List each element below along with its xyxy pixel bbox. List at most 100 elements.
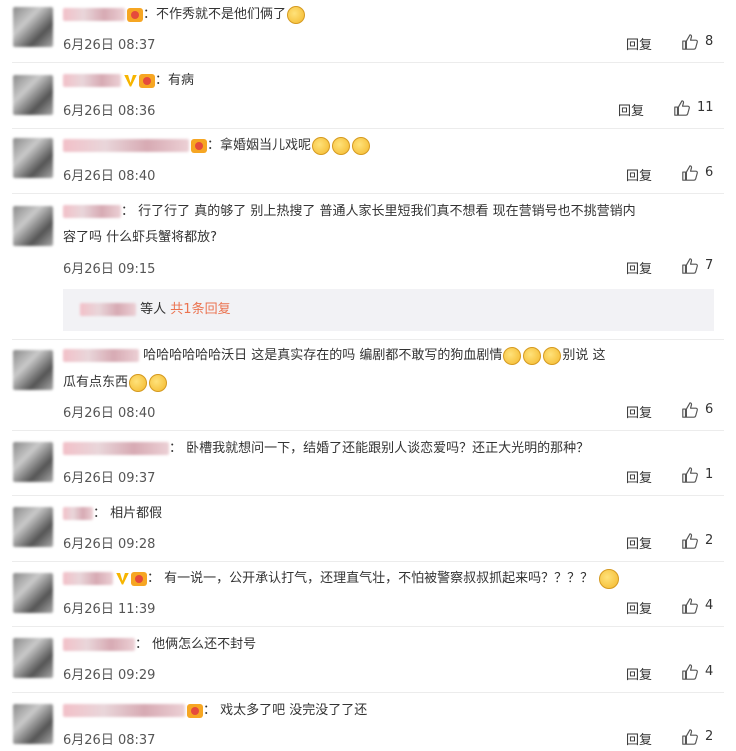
username[interactable] <box>63 638 135 651</box>
divider <box>12 339 724 340</box>
reply-button[interactable]: 回复 <box>626 729 652 748</box>
like-count: 2 <box>705 729 714 744</box>
reply-button[interactable]: 回复 <box>626 402 652 421</box>
username[interactable] <box>63 139 189 152</box>
reply-button[interactable]: 回复 <box>626 34 652 53</box>
member-badge-icon <box>139 73 155 88</box>
surprised-emoji-icon <box>352 136 371 155</box>
like-count: 6 <box>705 402 714 417</box>
like-count: 6 <box>705 165 714 180</box>
divider <box>12 430 724 431</box>
verified-v-icon <box>116 572 129 585</box>
cat-emoji-icon <box>149 373 168 392</box>
reply-button[interactable]: 回复 <box>626 258 652 277</box>
like-count: 4 <box>705 664 714 679</box>
thumbs-up-icon[interactable] <box>681 257 699 275</box>
username[interactable] <box>63 704 185 717</box>
comment-text: ： 有一说一，公开承认打气，还理直气壮，不怕被警察叔叔抓起来吗？？？？ <box>147 571 594 586</box>
comment-text: ：拿婚姻当儿戏呢 <box>207 138 312 153</box>
avatar[interactable] <box>13 704 53 744</box>
thumbs-up-icon[interactable] <box>681 466 699 484</box>
username[interactable] <box>63 205 121 218</box>
comment-text: 哈哈哈哈哈哈沃日 这是真实存在的吗 编剧都不敢写的狗血剧情 <box>139 348 503 363</box>
comment-time: 6月26日 08:36 <box>63 104 156 119</box>
comment-text: ： 他俩怎么还不封号 <box>135 637 257 652</box>
like-count: 7 <box>705 258 714 273</box>
avatar[interactable] <box>13 350 53 390</box>
divider <box>12 626 724 627</box>
comment-text: ：有病 <box>155 73 195 88</box>
surprised-emoji-icon <box>332 136 351 155</box>
divider <box>12 561 724 562</box>
thumbs-up-icon[interactable] <box>681 532 699 550</box>
comment-text: ： 相片都假 <box>93 506 163 521</box>
divider <box>12 128 724 129</box>
comment-text-tail: 别说 这 <box>562 348 606 363</box>
cat-emoji-icon <box>543 346 562 365</box>
comment-text: ： 戏太多了吧 没完没了了还 <box>203 703 368 718</box>
avatar[interactable] <box>13 138 53 178</box>
divider <box>12 62 724 63</box>
thumbs-up-icon[interactable] <box>681 597 699 615</box>
thumbs-up-icon[interactable] <box>681 728 699 746</box>
comment-text-continued: 瓜有点东西 <box>63 375 129 390</box>
username[interactable] <box>63 349 139 362</box>
thumbs-up-icon[interactable] <box>681 164 699 182</box>
verified-v-icon <box>124 74 137 87</box>
sub-reply-user[interactable] <box>80 303 136 316</box>
avatar[interactable] <box>13 442 53 482</box>
cat-emoji-icon <box>503 346 522 365</box>
comment-text-continued: 容了吗 什么虾兵蟹将都放? <box>63 230 218 245</box>
divider <box>12 193 724 194</box>
comment-text: ： 卧槽我就想问一下，结婚了还能跟别人谈恋爱吗？还正大光明的那种？ <box>169 441 590 456</box>
reply-button[interactable]: 回复 <box>626 598 652 617</box>
surprised-emoji-icon <box>312 136 331 155</box>
like-count: 2 <box>705 533 714 548</box>
cat-emoji-icon <box>129 373 148 392</box>
member-badge-icon <box>127 7 143 22</box>
sub-reply-count-link[interactable]: 共1条回复 <box>170 302 230 317</box>
comment-time: 6月26日 08:37 <box>63 733 156 748</box>
comment-time: 6月26日 09:15 <box>63 262 156 277</box>
avatar[interactable] <box>13 507 53 547</box>
username[interactable] <box>63 442 169 455</box>
like-count: 4 <box>705 598 714 613</box>
comment-text: ：不作秀就不是他们俩了 <box>143 7 287 22</box>
comment-time: 6月26日 11:39 <box>63 602 156 617</box>
avatar[interactable] <box>13 75 53 115</box>
member-badge-icon <box>131 571 147 586</box>
member-badge-icon <box>191 138 207 153</box>
like-count: 1 <box>705 467 714 482</box>
avatar[interactable] <box>13 573 53 613</box>
thumbs-up-icon[interactable] <box>681 401 699 419</box>
avatar[interactable] <box>13 7 53 47</box>
like-count: 8 <box>705 34 714 49</box>
avatar[interactable] <box>13 206 53 246</box>
comment-text: ： 行了行了 真的够了 别上热搜了 普通人家长里短我们真不想看 现在营销号也不挑… <box>121 204 636 219</box>
reply-button[interactable]: 回复 <box>626 467 652 486</box>
comment-time: 6月26日 08:40 <box>63 406 156 421</box>
comment-time: 6月26日 09:28 <box>63 537 156 552</box>
divider <box>12 692 724 693</box>
comment-time: 6月26日 09:37 <box>63 471 156 486</box>
reply-button[interactable]: 回复 <box>626 165 652 184</box>
reply-button[interactable]: 回复 <box>626 664 652 683</box>
username[interactable] <box>63 507 93 520</box>
avatar[interactable] <box>13 638 53 678</box>
like-count: 11 <box>697 100 714 115</box>
cat-emoji-icon <box>523 346 542 365</box>
divider <box>12 495 724 496</box>
username[interactable] <box>63 74 121 87</box>
member-badge-icon <box>187 703 203 718</box>
reply-button[interactable]: 回复 <box>626 533 652 552</box>
thumbs-up-icon[interactable] <box>681 663 699 681</box>
username[interactable] <box>63 572 113 585</box>
sub-reply-bar[interactable]: 等人 共1条回复 <box>63 289 714 331</box>
thumbs-up-icon[interactable] <box>681 33 699 51</box>
comment-time: 6月26日 08:37 <box>63 38 156 53</box>
username[interactable] <box>63 8 125 21</box>
reply-button[interactable]: 回复 <box>618 100 644 119</box>
thumbs-up-icon[interactable] <box>673 99 691 117</box>
cat-emoji-icon <box>287 5 306 24</box>
comment-time: 6月26日 08:40 <box>63 169 156 184</box>
